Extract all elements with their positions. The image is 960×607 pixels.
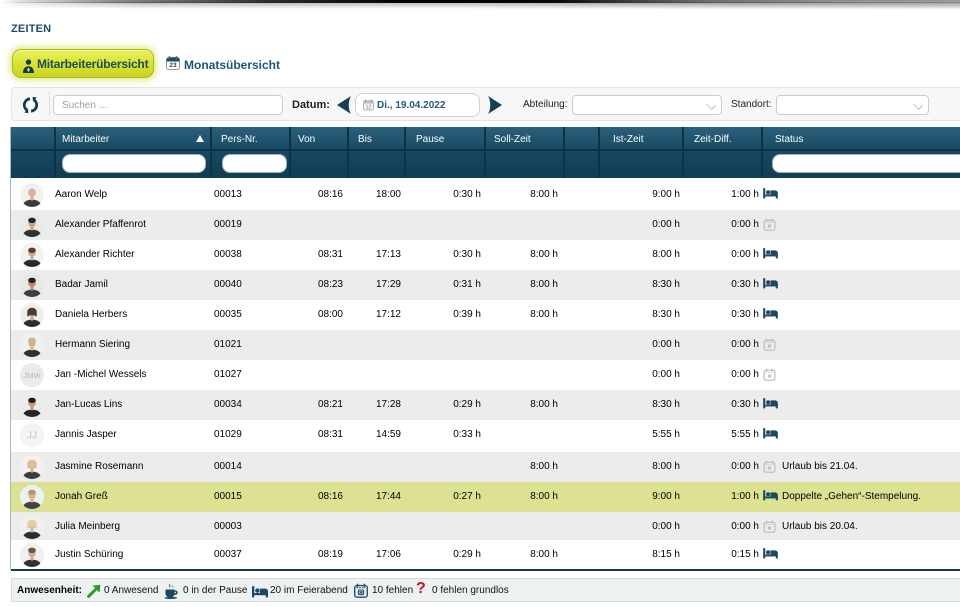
svg-text:JMW: JMW	[23, 371, 41, 380]
svg-text:12: 12	[366, 104, 372, 110]
svg-text:JJ: JJ	[27, 431, 37, 442]
svg-text:23: 23	[169, 62, 177, 69]
